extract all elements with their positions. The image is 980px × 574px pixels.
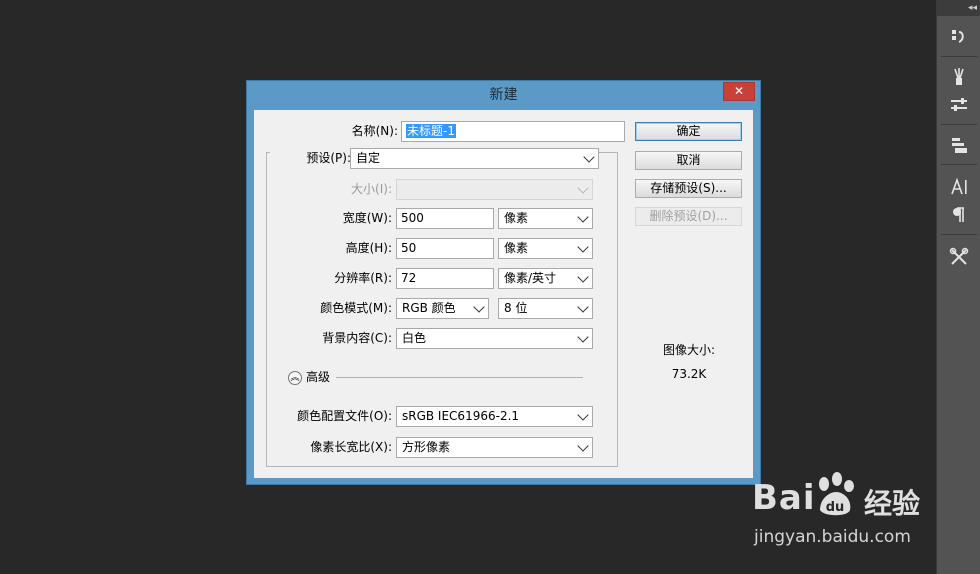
pixel-aspect-select[interactable]: 方形像素 [396, 437, 593, 458]
color-mode-select[interactable]: RGB 颜色 [396, 298, 489, 319]
paragraph-icon[interactable] [947, 204, 971, 226]
resolution-unit-select[interactable]: 像素/英寸 [498, 268, 593, 289]
watermark-logo-text: Bai [752, 478, 816, 518]
layers-icon[interactable] [947, 134, 971, 156]
width-unit-select[interactable]: 像素 [498, 208, 593, 229]
chevron-down-icon [473, 301, 485, 313]
chevron-down-icon [577, 271, 589, 283]
chevron-down-icon [577, 211, 589, 223]
width-label: 宽度(W): [342, 211, 392, 225]
chevron-down-icon [577, 182, 589, 194]
dialog-body: 名称(N): 未标题-1 预设(P): 自定 大小(I): 宽度(W): 500… [254, 110, 753, 478]
chevron-down-icon [577, 301, 589, 313]
svg-text:du: du [826, 500, 845, 515]
name-input[interactable]: 未标题-1 [401, 121, 625, 142]
pixel-aspect-label: 像素长宽比(X): [310, 440, 392, 454]
image-size-value: 73.2K [671, 367, 707, 381]
advanced-toggle-icon[interactable]: ︽ [288, 371, 302, 385]
history-icon[interactable] [947, 26, 971, 48]
watermark-url: jingyan.baidu.com [754, 527, 911, 547]
dialog-title: 新建 [489, 87, 518, 103]
character-icon[interactable] [947, 176, 971, 198]
new-document-dialog: 新建 ✕ 名称(N): 未标题-1 预设(P): 自定 大小(I): 宽度(W)… [246, 80, 761, 485]
height-unit-select[interactable]: 像素 [498, 238, 593, 259]
image-size-label: 图像大小: [662, 343, 716, 357]
tools-icon[interactable] [947, 246, 971, 268]
ok-button[interactable]: 确定 [635, 122, 742, 141]
background-label: 背景内容(C): [322, 331, 392, 345]
collapse-panels-button[interactable]: ◂◂ [937, 0, 980, 16]
size-select [396, 179, 593, 200]
preset-select[interactable]: 自定 [350, 148, 599, 169]
adjust-icon[interactable] [947, 94, 971, 116]
baidu-jingyan-watermark: Bai du 经验 jingyan.baidu.com [752, 470, 972, 560]
paw-logo-icon: du [819, 472, 854, 516]
chevron-down-icon [577, 241, 589, 253]
color-mode-label: 颜色模式(M): [320, 301, 392, 315]
resolution-label: 分辨率(R): [334, 271, 392, 285]
watermark-jingyan-text: 经验 [864, 487, 921, 520]
size-label: 大小(I): [351, 182, 392, 196]
background-select[interactable]: 白色 [396, 328, 593, 349]
resolution-input[interactable]: 72 [396, 268, 494, 289]
bit-depth-select[interactable]: 8 位 [498, 298, 593, 319]
close-button[interactable]: ✕ [723, 82, 755, 101]
height-input[interactable]: 50 [396, 238, 494, 259]
delete-preset-button: 删除预设(D)... [635, 207, 742, 226]
color-profile-label: 颜色配置文件(O): [297, 409, 392, 423]
color-profile-select[interactable]: sRGB IEC61966-2.1 [396, 406, 593, 427]
width-input[interactable]: 500 [396, 208, 494, 229]
name-label: 名称(N): [351, 124, 398, 138]
save-preset-button[interactable]: 存储预设(S)... [635, 179, 742, 198]
height-label: 高度(H): [345, 241, 392, 255]
preset-label: 预设(P): [270, 148, 354, 169]
advanced-divider [336, 377, 583, 378]
chevron-down-icon [577, 440, 589, 452]
chevron-down-icon [577, 409, 589, 421]
chevron-down-icon [583, 151, 595, 163]
chevron-down-icon [577, 331, 589, 343]
close-icon: ✕ [733, 84, 745, 98]
brush-icon[interactable] [947, 66, 971, 88]
cancel-button[interactable]: 取消 [635, 151, 742, 170]
